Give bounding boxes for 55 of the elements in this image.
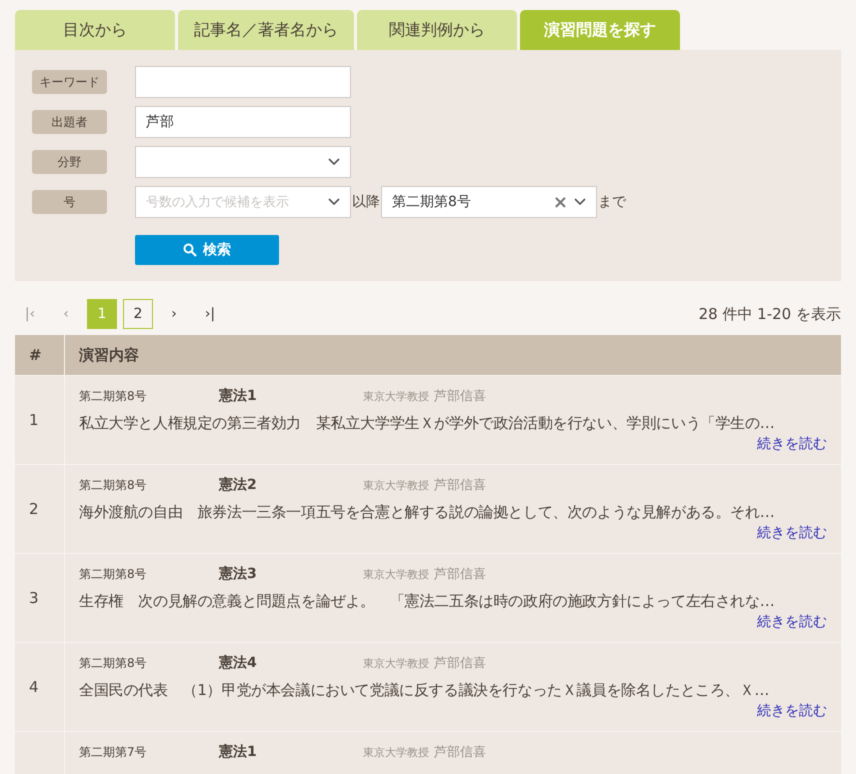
excerpt-text: 海外渡航の自由 旅券法一三条一項五号を合憲と解する説の論拠として、次のような見解がある。それ… [79,503,776,522]
issue-label: 第二期第8号 [79,388,148,405]
read-more-link[interactable]: 続きを読む [757,435,827,453]
row-number: 1 [15,376,64,464]
row-number: 3 [15,554,64,642]
author-title: 東京大学教授 [363,656,429,671]
author-name: 芦部信喜 [434,477,486,494]
subject-title: 憲法1 [219,387,258,405]
author-name: 芦部信喜 [434,744,486,761]
excerpt-text: 私立大学と人権規定の第三者効力 某私立大学学生Ｘが学外で政治活動を行ない、学則にいう「学生の… [79,414,776,433]
last-page-button[interactable]: ›| [195,299,225,329]
column-header: # [15,335,64,375]
read-more-link[interactable]: 続きを読む [757,702,827,720]
field-label: キーワード [32,70,107,94]
subject-title: 憲法1 [219,743,258,761]
text-field[interactable]: 芦部 [135,106,351,138]
search-icon [183,243,197,257]
column-header: 演習内容 [65,335,841,375]
author-name: 芦部信喜 [434,566,486,583]
chevron-down-icon [328,198,340,206]
author-name: 芦部信喜 [434,655,486,672]
read-more-link[interactable]: 続きを読む [757,524,827,542]
issue-label: 第二期第8号 [79,477,148,494]
select-field[interactable] [135,146,351,178]
page-button[interactable]: 2 [123,299,153,329]
issue-label: 第二期第7号 [79,744,148,761]
field-label: 出題者 [32,110,107,134]
author-title: 東京大学教授 [363,745,429,760]
next-page-button[interactable]: › [159,299,189,329]
range-label: 以降 [351,193,381,211]
subject-title: 憲法3 [219,565,258,583]
issue-label: 第二期第8号 [79,655,148,672]
range-label: まで [597,193,627,211]
field-label: 分野 [32,150,107,174]
chevron-down-icon [574,198,586,206]
chevron-down-icon [328,158,340,166]
excerpt-text: 生存権 次の見解の意義と問題点を論ぜよ。 「憲法二五条は時の政府の施政方針によって左右されな… [79,592,776,611]
text-field[interactable] [135,66,351,98]
author-title: 東京大学教授 [363,567,429,582]
author-name: 芦部信喜 [434,388,486,405]
result-count: 28 件中 1-20 を表示 [698,304,841,324]
author-title: 東京大学教授 [363,389,429,404]
author-title: 東京大学教授 [363,478,429,493]
read-more-link[interactable]: 続きを読む [757,613,827,631]
issue-label: 第二期第8号 [79,566,148,583]
excerpt-text: 全国民の代表 （1）甲党が本会議において党議に反する議決を行なったＸ議員を除名したところ、Ｘ… [79,681,770,700]
row-number: 4 [15,643,64,731]
field-label: 号 [32,190,107,214]
subject-title: 憲法2 [219,476,258,494]
subject-title: 憲法4 [219,654,258,672]
tab[interactable]: 関連判例から [357,10,517,50]
tab[interactable]: 目次から [15,10,175,50]
select-field[interactable]: 第二期第8号 × [381,186,597,218]
tab[interactable]: 記事名／著者名から [178,10,354,50]
row-number: 2 [15,465,64,553]
